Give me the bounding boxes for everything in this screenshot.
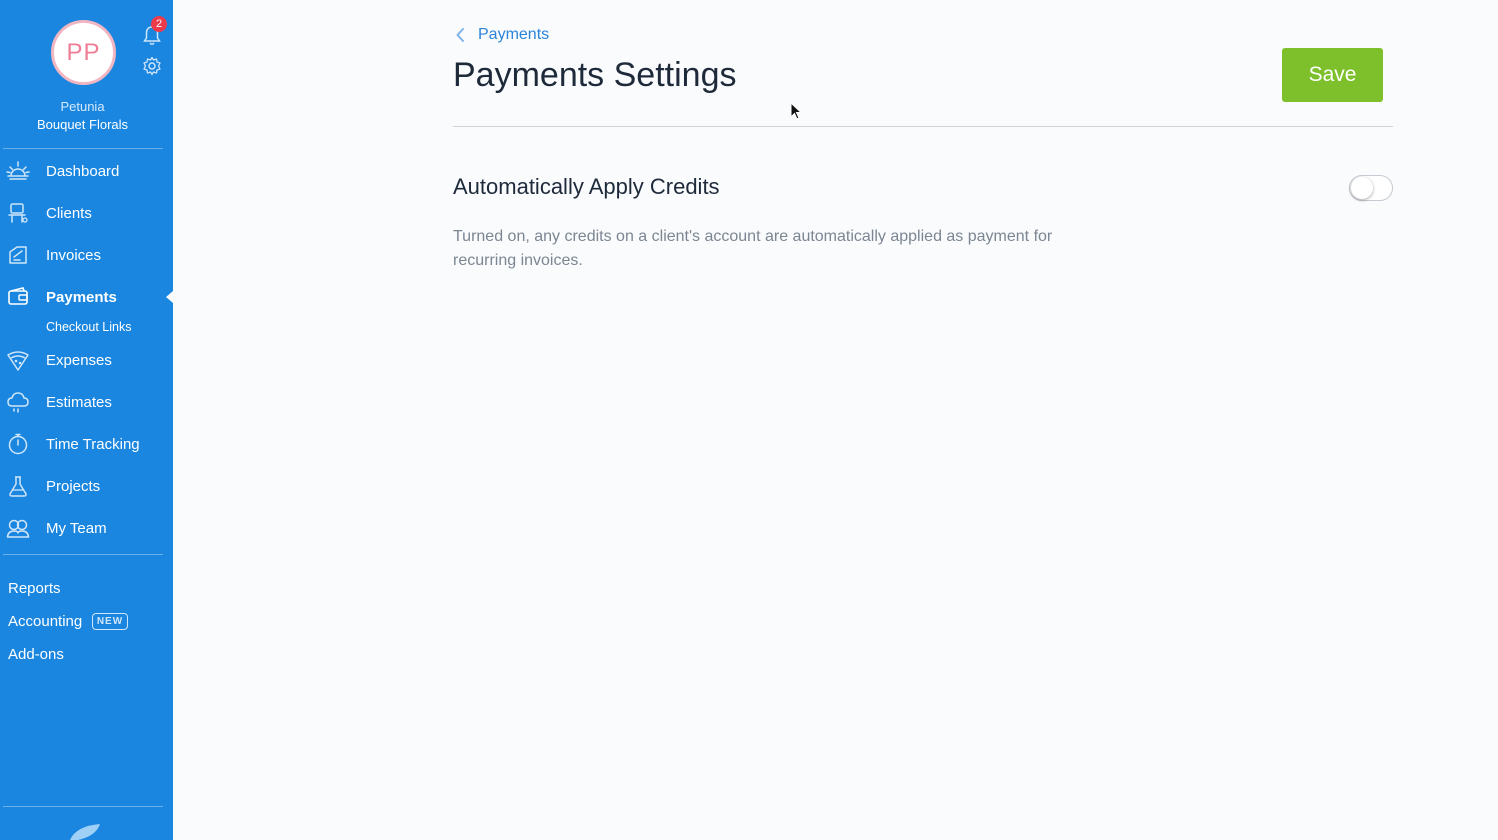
sidebar-item-label: Projects: [46, 477, 101, 495]
sidebar-item-payments[interactable]: Payments: [0, 282, 173, 312]
user-name: Petunia: [60, 99, 105, 114]
sidebar-item-label: Invoices: [46, 246, 102, 264]
setting-description: Turned on, any credits on a client's acc…: [453, 228, 1053, 269]
wallet-icon: [8, 287, 28, 305]
sidebar-item-label: Clients: [46, 204, 92, 222]
sidebar-item-label: Dashboard: [46, 162, 120, 180]
sidebar-subitem-checkout-links[interactable]: Checkout Links: [46, 320, 131, 334]
page-title: Payments Settings: [453, 56, 737, 94]
leaf-logo-icon: [70, 824, 100, 840]
stopwatch-icon: [8, 433, 28, 455]
sidebar-item-label: Payments: [46, 288, 117, 306]
sidebar-divider: [3, 554, 163, 555]
sidebar-item-expenses[interactable]: Expenses: [0, 345, 173, 375]
sunrise-icon: [6, 161, 30, 180]
sidebar-item-label: My Team: [46, 519, 107, 537]
sidebar-item-invoices[interactable]: Invoices: [0, 240, 173, 270]
breadcrumb-link[interactable]: Payments: [478, 26, 549, 44]
expenses-icon: [7, 351, 29, 371]
notification-badge: 2: [151, 16, 167, 32]
save-button[interactable]: Save: [1282, 48, 1383, 102]
team-icon: [6, 519, 30, 538]
sidebar-item-time-tracking[interactable]: Time Tracking: [0, 429, 173, 459]
sidebar-divider: [3, 806, 163, 807]
sidebar-divider: [3, 148, 163, 149]
auto-apply-credits-toggle[interactable]: [1349, 175, 1393, 201]
new-badge: NEW: [92, 613, 128, 630]
sidebar-item-label: Estimates: [46, 393, 112, 411]
invoice-icon: [9, 246, 27, 264]
flask-icon: [9, 476, 27, 497]
sidebar-item-estimates[interactable]: Estimates: [0, 387, 173, 417]
sidebar-link-add-ons[interactable]: Add-ons: [8, 646, 64, 663]
toggle-knob: [1351, 177, 1373, 199]
cloud-icon: [7, 392, 29, 413]
sidebar-item-clients[interactable]: Clients: [0, 198, 173, 228]
gear-icon[interactable]: [142, 56, 162, 76]
sidebar-item-label: Time Tracking: [46, 435, 140, 453]
header-divider: [453, 126, 1393, 127]
avatar-initials: PP: [66, 38, 101, 66]
avatar[interactable]: PP: [51, 20, 116, 85]
setting-title: Automatically Apply Credits: [453, 174, 720, 199]
clients-icon: [8, 203, 28, 223]
breadcrumb[interactable]: Payments: [455, 26, 549, 44]
sidebar-link-accounting[interactable]: Accounting: [8, 613, 82, 630]
mouse-cursor-icon: [790, 102, 802, 120]
sidebar-item-projects[interactable]: Projects: [0, 471, 173, 501]
company-name[interactable]: Bouquet Florals: [0, 117, 165, 132]
sidebar: PP 2 Petunia Bouquet Florals Dashboard C…: [0, 0, 173, 840]
chevron-left-icon: [456, 28, 464, 42]
sidebar-item-label: Expenses: [46, 351, 112, 369]
sidebar-item-dashboard[interactable]: Dashboard: [0, 156, 173, 186]
active-indicator: [166, 291, 173, 303]
sidebar-link-reports[interactable]: Reports: [8, 580, 61, 597]
sidebar-item-my-team[interactable]: My Team: [0, 513, 173, 543]
